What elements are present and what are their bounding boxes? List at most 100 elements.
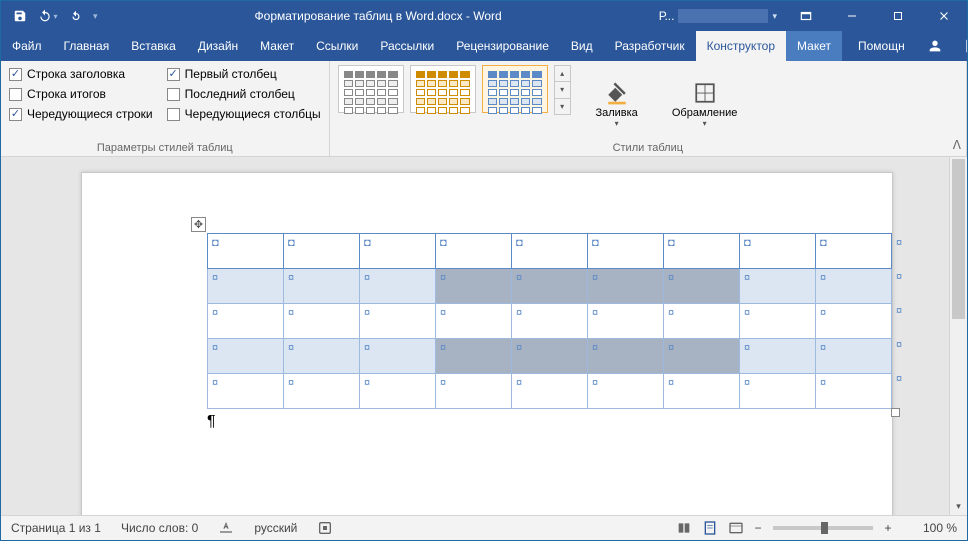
- tab-view[interactable]: Вид: [560, 31, 604, 61]
- table-cell[interactable]: ¤: [436, 269, 512, 304]
- maximize-icon[interactable]: [875, 1, 921, 31]
- table-cell[interactable]: ◘: [740, 234, 816, 269]
- checkbox-banded-rows[interactable]: Чередующиеся строки: [9, 107, 153, 121]
- table-cell[interactable]: ¤: [740, 304, 816, 339]
- zoom-slider[interactable]: [773, 526, 873, 530]
- table-cell[interactable]: ◘: [360, 234, 436, 269]
- table-cell[interactable]: ¤: [208, 269, 284, 304]
- undo-icon[interactable]: ▾: [35, 3, 61, 29]
- table-cell[interactable]: ¤: [816, 304, 892, 339]
- table-resize-handle[interactable]: [891, 408, 900, 417]
- collapse-ribbon-icon[interactable]: ᐱ: [953, 138, 961, 152]
- table-cell[interactable]: ¤: [664, 339, 740, 374]
- table-cell[interactable]: ◘: [284, 234, 360, 269]
- minimize-icon[interactable]: [829, 1, 875, 31]
- status-spellcheck-icon[interactable]: [208, 520, 244, 536]
- tab-layout[interactable]: Макет: [249, 31, 305, 61]
- table-cell[interactable]: ¤: [208, 339, 284, 374]
- share-button[interactable]: [916, 31, 954, 61]
- table-cell[interactable]: ¤: [588, 269, 664, 304]
- table-cell[interactable]: ¤: [360, 339, 436, 374]
- table-cell[interactable]: ¤: [512, 269, 588, 304]
- view-print-layout-icon[interactable]: [697, 516, 723, 540]
- tab-references[interactable]: Ссылки: [305, 31, 369, 61]
- shading-button[interactable]: Заливка ▾: [585, 65, 649, 140]
- tell-me[interactable]: Помощн: [842, 31, 916, 61]
- table-cell[interactable]: ¤: [740, 269, 816, 304]
- table-cell[interactable]: ◘: [208, 234, 284, 269]
- borders-button[interactable]: Обрамление ▾: [663, 65, 747, 140]
- status-word-count[interactable]: Число слов: 0: [111, 521, 208, 535]
- table-cell[interactable]: ¤: [816, 374, 892, 409]
- tab-insert[interactable]: Вставка: [120, 31, 187, 61]
- table-cell[interactable]: ¤: [512, 374, 588, 409]
- gallery-down-icon[interactable]: ▾: [555, 81, 570, 97]
- document-table[interactable]: ◘◘◘◘◘◘◘◘◘¤¤¤¤¤¤¤¤¤¤¤¤¤¤¤¤¤¤¤¤¤¤¤¤¤¤¤¤¤¤¤…: [207, 233, 892, 409]
- checkbox-total-row[interactable]: Строка итогов: [9, 87, 153, 101]
- table-cell[interactable]: ¤: [664, 374, 740, 409]
- comments-button[interactable]: [954, 31, 968, 61]
- table-cell[interactable]: ¤: [512, 304, 588, 339]
- table-cell[interactable]: ¤: [360, 374, 436, 409]
- document-page[interactable]: ✥ ◘◘◘◘◘◘◘◘◘¤¤¤¤¤¤¤¤¤¤¤¤¤¤¤¤¤¤¤¤¤¤¤¤¤¤¤¤¤…: [81, 172, 893, 515]
- tab-mailings[interactable]: Рассылки: [369, 31, 445, 61]
- table-cell[interactable]: ¤: [664, 269, 740, 304]
- checkbox-last-col[interactable]: Последний столбец: [167, 87, 321, 101]
- checkbox-banded-cols[interactable]: Чередующиеся столбцы: [167, 107, 321, 121]
- table-cell[interactable]: ¤: [360, 269, 436, 304]
- checkbox-first-col[interactable]: Первый столбец: [167, 67, 321, 81]
- checkbox-header-row[interactable]: Строка заголовка: [9, 67, 153, 81]
- table-cell[interactable]: ◘: [436, 234, 512, 269]
- tab-developer[interactable]: Разработчик: [604, 31, 696, 61]
- table-cell[interactable]: ¤: [208, 304, 284, 339]
- style-swatch-1[interactable]: [338, 65, 404, 113]
- tab-design[interactable]: Дизайн: [187, 31, 249, 61]
- style-swatch-3-selected[interactable]: [482, 65, 548, 113]
- table-cell[interactable]: ¤: [664, 304, 740, 339]
- table-cell[interactable]: ¤: [284, 339, 360, 374]
- tab-table-design[interactable]: Конструктор: [696, 31, 786, 61]
- table-cell[interactable]: ¤: [588, 304, 664, 339]
- table-cell[interactable]: ¤: [588, 339, 664, 374]
- table-cell[interactable]: ¤: [740, 374, 816, 409]
- table-cell[interactable]: ¤: [360, 304, 436, 339]
- table-cell[interactable]: ◘: [664, 234, 740, 269]
- vertical-scrollbar[interactable]: ▾: [949, 157, 967, 515]
- table-cell[interactable]: ¤: [208, 374, 284, 409]
- user-account[interactable]: Р... ▾: [659, 9, 777, 23]
- redo-icon[interactable]: [63, 3, 89, 29]
- table-cell[interactable]: ◘: [512, 234, 588, 269]
- gallery-scroll[interactable]: ▴▾▾: [554, 65, 571, 115]
- table-cell[interactable]: ¤: [284, 269, 360, 304]
- table-cell[interactable]: ¤: [436, 374, 512, 409]
- close-icon[interactable]: [921, 1, 967, 31]
- gallery-up-icon[interactable]: ▴: [555, 66, 570, 81]
- scrollbar-thumb[interactable]: [952, 159, 965, 319]
- zoom-level[interactable]: 100 %: [897, 521, 967, 535]
- gallery-more-icon[interactable]: ▾: [555, 98, 570, 114]
- save-icon[interactable]: [7, 3, 33, 29]
- view-read-mode-icon[interactable]: [671, 516, 697, 540]
- table-cell[interactable]: ◘: [588, 234, 664, 269]
- table-cell[interactable]: ¤: [436, 339, 512, 374]
- table-styles-gallery[interactable]: ▴▾▾: [338, 65, 571, 140]
- zoom-in-button[interactable]: +: [879, 521, 897, 535]
- tab-review[interactable]: Рецензирование: [445, 31, 560, 61]
- ribbon-display-options-icon[interactable]: [783, 1, 829, 31]
- table-cell[interactable]: ¤: [816, 269, 892, 304]
- scroll-down-icon[interactable]: ▾: [950, 498, 967, 515]
- status-page[interactable]: Страница 1 из 1: [1, 521, 111, 535]
- table-cell[interactable]: ¤: [284, 304, 360, 339]
- style-swatch-2[interactable]: [410, 65, 476, 113]
- tab-file[interactable]: Файл: [1, 31, 53, 61]
- table-cell[interactable]: ¤: [512, 339, 588, 374]
- tab-home[interactable]: Главная: [53, 31, 121, 61]
- tab-table-layout[interactable]: Макет: [786, 31, 842, 61]
- table-cell[interactable]: ¤: [816, 339, 892, 374]
- table-cell[interactable]: ¤: [436, 304, 512, 339]
- view-web-layout-icon[interactable]: [723, 516, 749, 540]
- table-move-handle[interactable]: ✥: [191, 217, 206, 232]
- zoom-out-button[interactable]: −: [749, 521, 767, 535]
- table-cell[interactable]: ◘: [816, 234, 892, 269]
- table-cell[interactable]: ¤: [740, 339, 816, 374]
